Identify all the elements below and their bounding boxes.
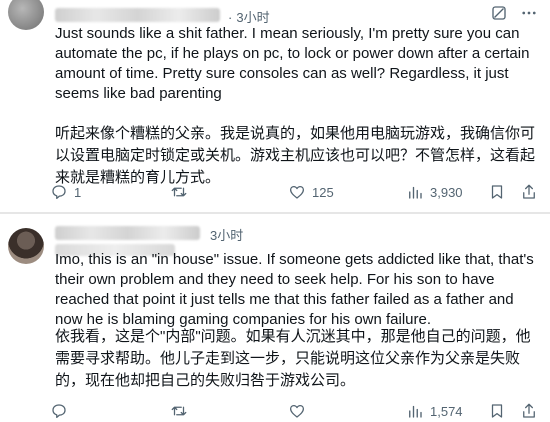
heart-icon — [289, 185, 305, 199]
tweet-post[interactable]: · 3小时 Just sounds like a shit father. I m… — [0, 0, 550, 212]
retweet-icon — [171, 406, 187, 416]
like-count: 125 — [312, 184, 334, 200]
reply-icon — [52, 185, 66, 200]
avatar[interactable] — [8, 228, 44, 264]
views-button[interactable]: 1,574 — [406, 400, 463, 422]
views-icon — [409, 186, 422, 199]
post-time[interactable]: 3小时 — [210, 228, 243, 243]
like-button[interactable]: 125 — [288, 181, 334, 203]
bookmark-icon — [491, 404, 503, 418]
tweet-post[interactable]: 3小时 Imo, this is an "in house" issue. If… — [0, 214, 550, 422]
share-button[interactable] — [520, 181, 538, 203]
tweet-actions: 1 125 3,930 — [50, 181, 540, 203]
retweet-button[interactable] — [170, 181, 194, 203]
tweet-text-chinese: 听起来像个糟糕的父亲。我是说真的，如果他用电脑玩游戏，我确信你可以设置电脑定时锁… — [55, 125, 536, 186]
blurred-username — [55, 226, 200, 240]
separator-dot: · — [228, 10, 233, 25]
reply-count: 1 — [74, 184, 82, 200]
share-button[interactable] — [520, 400, 538, 422]
views-count: 1,574 — [430, 403, 463, 419]
tweet-text-english: Just sounds like a shit father. I mean s… — [55, 25, 530, 102]
views-button[interactable]: 3,930 — [406, 181, 463, 203]
avatar[interactable] — [8, 0, 44, 30]
retweet-icon — [171, 187, 187, 197]
heart-icon — [289, 404, 305, 418]
tweet-text-chinese: 依我看，这是个"内部"问题。如果有人沉迷其中，那是他自己的问题，他需要寻求帮助。… — [55, 328, 531, 389]
more-icon[interactable] — [520, 4, 538, 22]
bookmark-button[interactable] — [488, 400, 506, 422]
post-meta: 3小时 — [210, 225, 243, 244]
views-count: 3,930 — [430, 184, 463, 200]
tweet-actions: 1,574 — [50, 400, 540, 422]
share-icon — [523, 403, 535, 418]
views-icon — [409, 405, 422, 418]
reply-button[interactable]: 1 — [50, 181, 81, 203]
retweet-button[interactable] — [170, 400, 194, 422]
like-button[interactable] — [288, 400, 312, 422]
grok-icon[interactable] — [490, 4, 508, 22]
blurred-username — [55, 8, 220, 22]
bookmark-icon — [491, 185, 503, 199]
reply-button[interactable] — [50, 400, 74, 422]
tweet-text-english: Imo, this is an "in house" issue. If som… — [55, 251, 534, 328]
share-icon — [523, 184, 535, 199]
reply-icon — [52, 404, 66, 419]
post-time[interactable]: 3小时 — [236, 10, 269, 25]
bookmark-button[interactable] — [488, 181, 506, 203]
